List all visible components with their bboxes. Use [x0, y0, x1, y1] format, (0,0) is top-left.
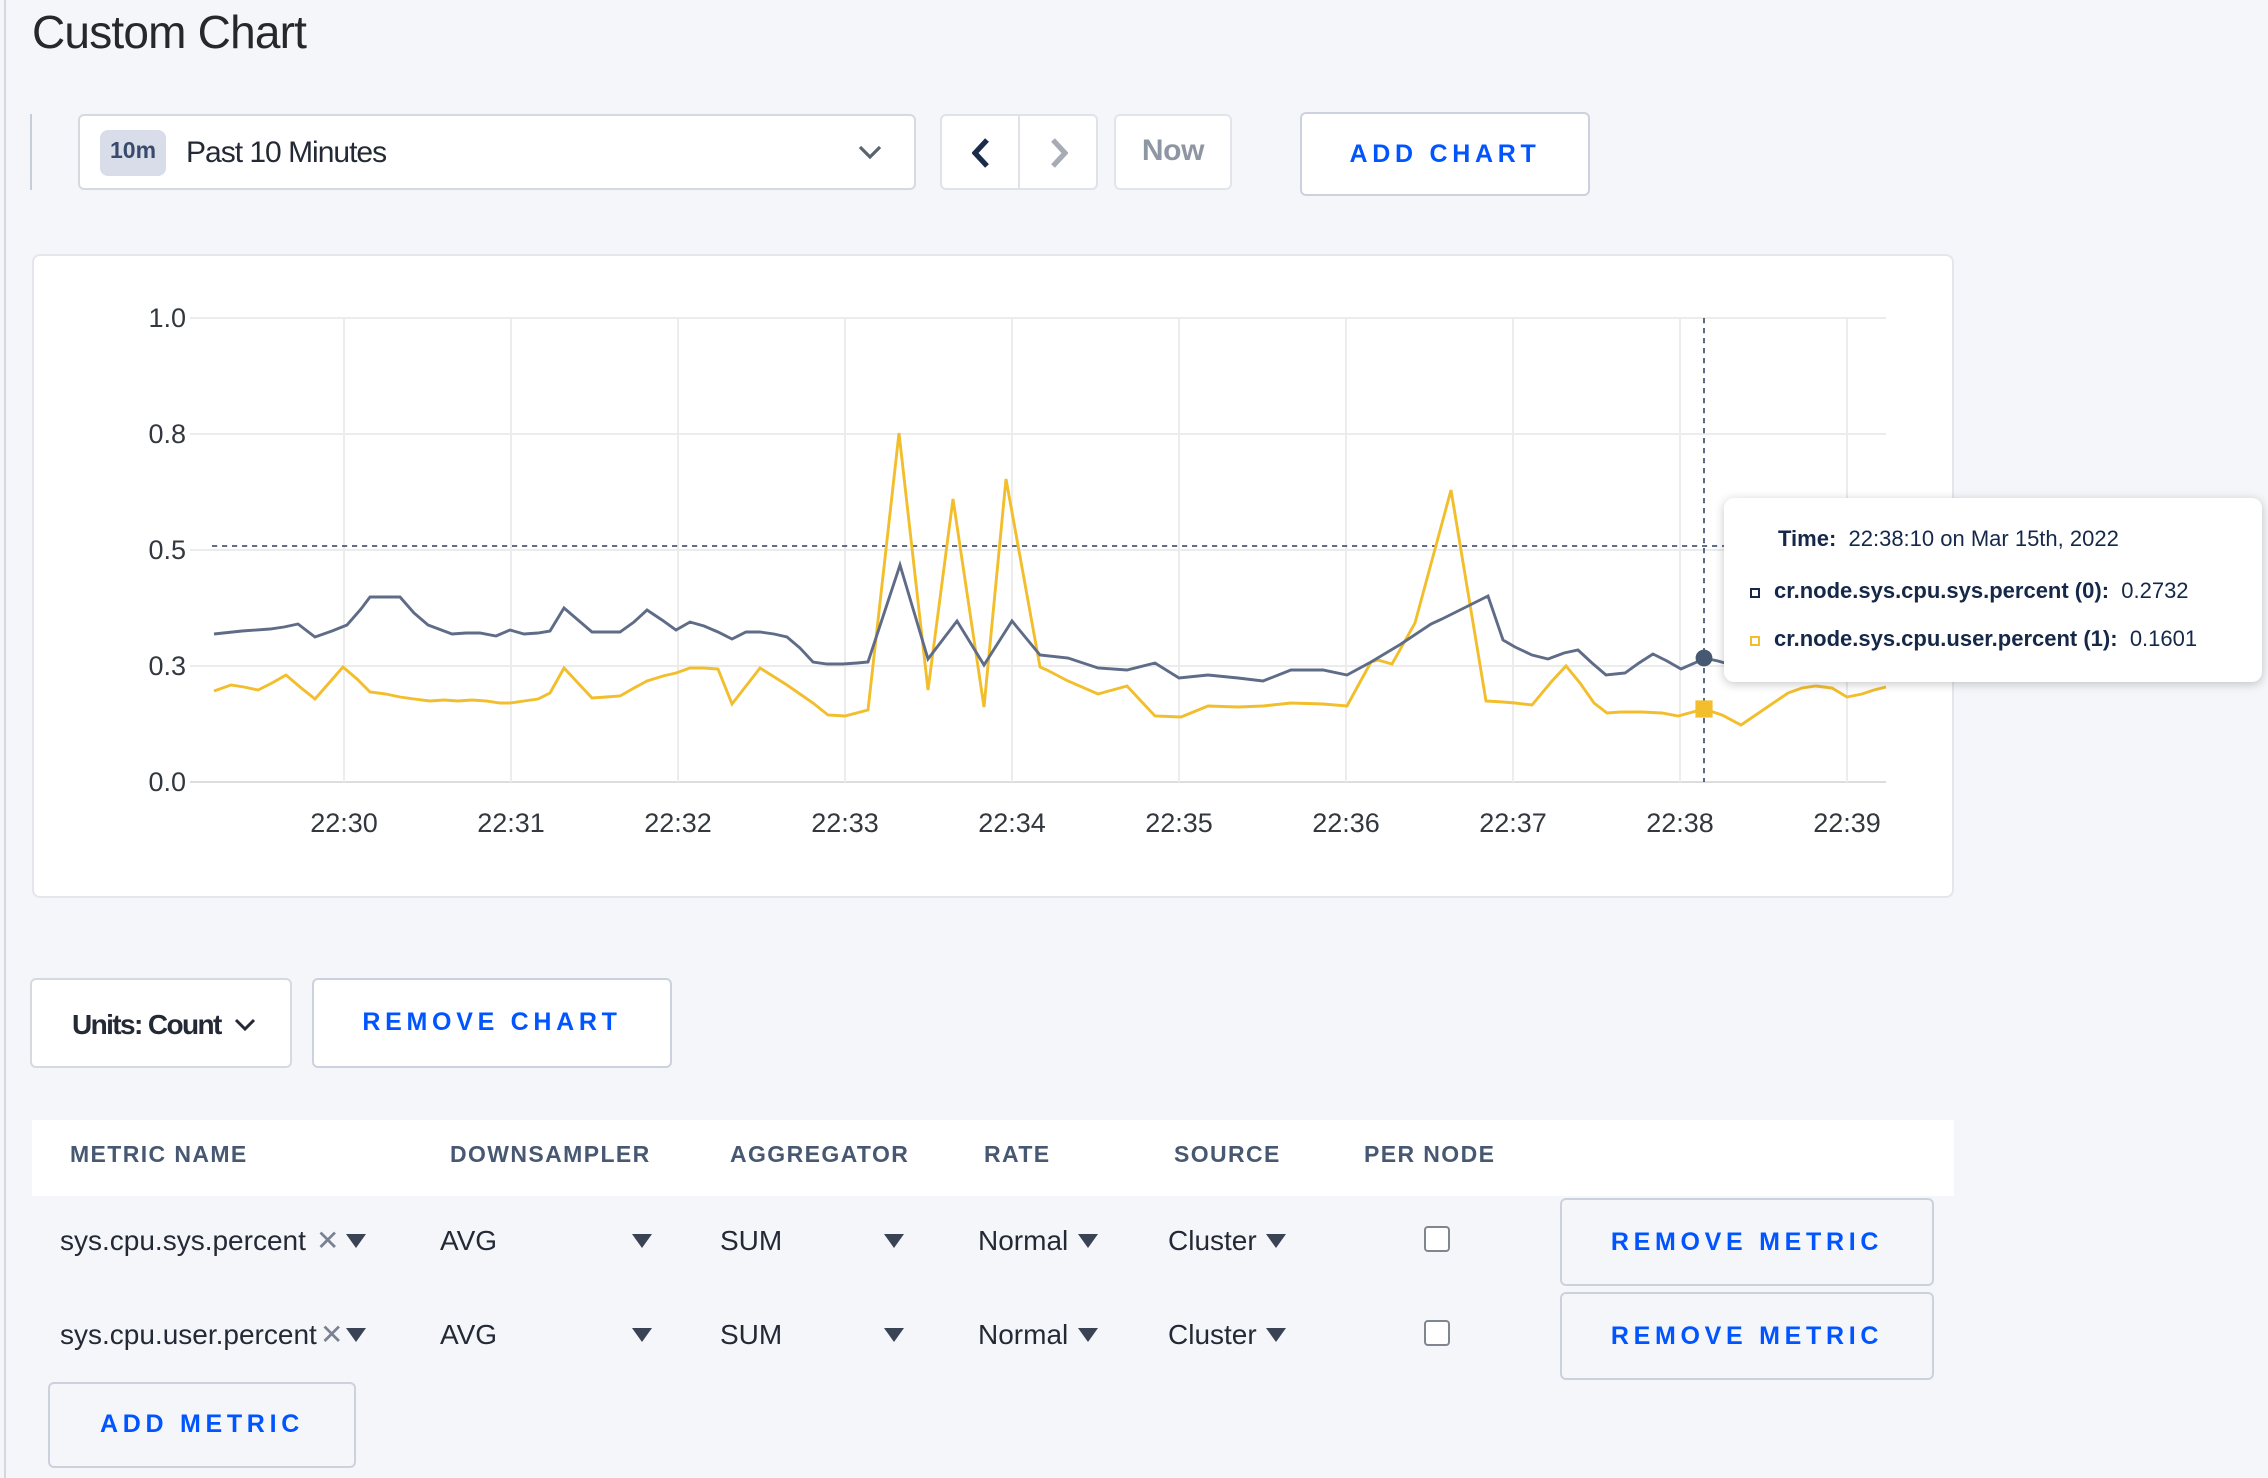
svg-text:22:38: 22:38	[1646, 808, 1714, 838]
svg-text:22:32: 22:32	[644, 808, 712, 838]
svg-text:22:36: 22:36	[1312, 808, 1380, 838]
svg-text:22:30: 22:30	[310, 808, 378, 838]
svg-text:22:37: 22:37	[1479, 808, 1547, 838]
svg-text:22:33: 22:33	[811, 808, 879, 838]
svg-text:0.8: 0.8	[148, 419, 186, 449]
svg-text:22:34: 22:34	[978, 808, 1046, 838]
svg-text:22:35: 22:35	[1145, 808, 1213, 838]
svg-text:22:39: 22:39	[1813, 808, 1881, 838]
svg-text:1.0: 1.0	[148, 303, 186, 333]
svg-text:0.5: 0.5	[148, 535, 186, 565]
svg-text:0.0: 0.0	[148, 767, 186, 797]
svg-text:22:31: 22:31	[477, 808, 545, 838]
svg-text:0.3: 0.3	[148, 651, 186, 681]
